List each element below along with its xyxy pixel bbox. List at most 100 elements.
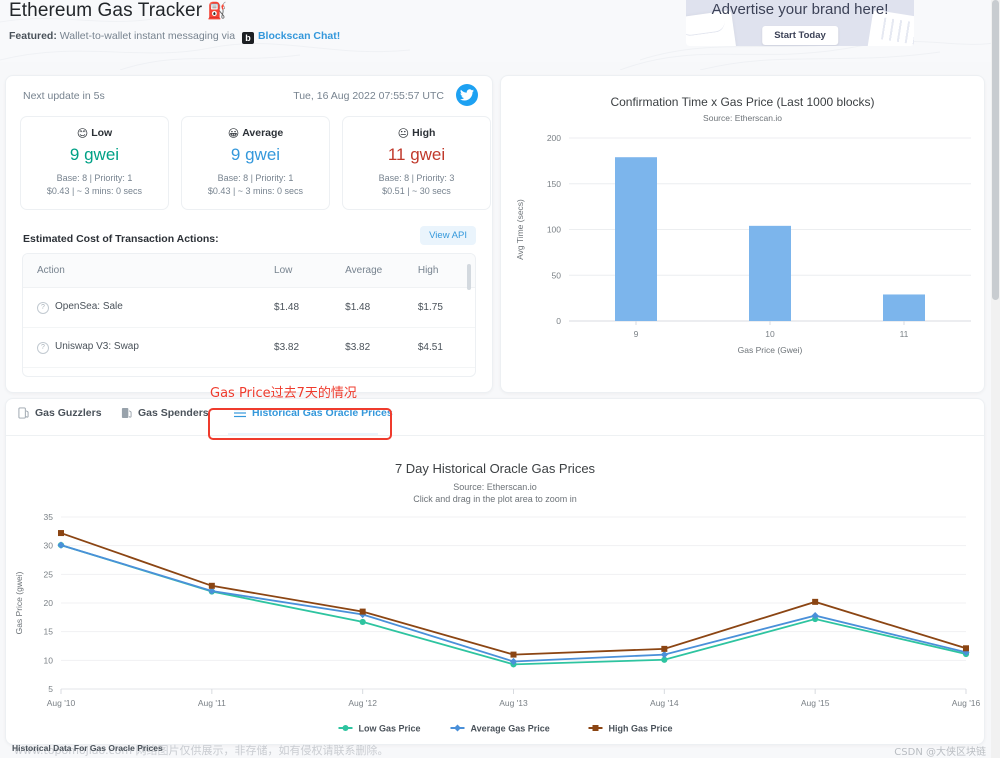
tab-label: Historical Gas Oracle Prices [252, 407, 393, 419]
tile-head-average: 😀 Average [182, 127, 329, 140]
cell-high: $1.32 [403, 367, 475, 376]
cell-high: $1.75 [403, 287, 475, 328]
svg-text:Avg Time (secs): Avg Time (secs) [515, 199, 525, 260]
cell-low: $1.12 [260, 367, 332, 376]
svg-text:5: 5 [48, 684, 53, 694]
gas-tile-average[interactable]: 😀 Average 9 gwei Base: 8 | Priority: 1 $0… [181, 116, 330, 210]
page-title: Ethereum Gas Tracker ⛽ [9, 0, 227, 22]
csdn-watermark: CSDN @大侠区块链 [894, 747, 986, 758]
annotation-text: Gas Price过去7天的情况 [210, 386, 357, 401]
svg-text:150: 150 [547, 179, 561, 189]
tab-label: Gas Spenders [138, 407, 209, 419]
tile-sub-high: Base: 8 | Priority: 3 $0.51 | ~ 30 secs [343, 172, 490, 198]
svg-text:Aug '11: Aug '11 [198, 698, 226, 708]
svg-text:100: 100 [547, 225, 561, 235]
tab-gas-spenders[interactable]: Gas Spenders [121, 407, 209, 419]
tile-head-low: 😊 Low [21, 127, 168, 140]
tab-gas-guzzlers[interactable]: Gas Guzzlers [18, 407, 102, 419]
footer-label: Historical Data For Gas Oracle Prices [12, 743, 163, 753]
featured-line: Featured: Wallet-to-wallet instant messa… [9, 30, 340, 44]
page-header: Ethereum Gas Tracker ⛽ Featured: Wallet-t… [0, 0, 1000, 70]
svg-text:10: 10 [44, 655, 54, 665]
tile-base-low: Base: 8 | Priority: 1 [56, 173, 133, 183]
svg-text:9: 9 [634, 329, 639, 339]
action-name: OpenSea: Sale [55, 301, 123, 312]
line-chart-hint: Click and drag in the plot area to zoom … [413, 494, 577, 504]
gas-spender-icon [121, 407, 132, 419]
svg-text:50: 50 [552, 270, 562, 280]
view-api-button[interactable]: View API [420, 226, 476, 245]
cell-low: $3.82 [260, 327, 332, 368]
tile-price-low: 9 gwei [69, 145, 120, 164]
gas-pump-icon [18, 407, 29, 419]
tile-cost-average: $0.43 | ~ 3 mins: 0 secs [207, 186, 304, 197]
col-header-high: High [403, 254, 475, 288]
svg-text:Aug '13: Aug '13 [499, 698, 528, 708]
page-scrollbar-thumb[interactable] [992, 0, 999, 300]
tab-label: Gas Guzzlers [35, 407, 102, 419]
svg-text:200: 200 [547, 133, 561, 143]
svg-text:10: 10 [765, 329, 775, 339]
transaction-cost-table: Action Low Average High ? OpenSea: Sale $… [23, 254, 475, 376]
next-update-label: Next update in 5s [23, 90, 105, 102]
cell-high: $4.51 [403, 327, 475, 368]
svg-text:11: 11 [900, 329, 909, 339]
tab-bar: Gas Guzzlers Gas Spenders Historical Gas… [6, 399, 984, 436]
tile-sub-low: Base: 8 | Priority: 1 $0.43 | ~ 3 mins: … [21, 172, 168, 198]
gas-price-panel: Next update in 5s Tue, 16 Aug 2022 07:55… [5, 75, 493, 393]
list-icon [234, 408, 246, 418]
page-scrollbar[interactable] [991, 0, 1000, 758]
gas-tile-high[interactable]: 😐 High 11 gwei Base: 8 | Priority: 3 $0.5… [342, 116, 491, 210]
gas-tracker-page: Ethereum Gas Tracker ⛽ Featured: Wallet-t… [0, 0, 1000, 758]
svg-text:Aug '15: Aug '15 [801, 698, 830, 708]
help-icon[interactable]: ? [37, 342, 49, 354]
table-row[interactable]: ? OpenSea: Sale $1.48 $1.48 $1.75 [23, 287, 475, 328]
table-row[interactable]: ? Uniswap V3: Swap $3.82 $3.82 $4.51 [23, 327, 475, 368]
cell-average: $3.82 [331, 327, 404, 368]
tile-price-high: 11 gwei [387, 145, 446, 164]
cell-action: ?USDT: Transfer [23, 367, 261, 376]
blockscan-icon: b [241, 32, 254, 44]
svg-text:Average Gas Price: Average Gas Price [471, 724, 550, 734]
advertise-banner[interactable]: Advertise your brand here! Start Today [686, 0, 914, 46]
twitter-icon[interactable] [456, 84, 478, 106]
line-chart-subtitle: Source: Etherscan.io [453, 482, 537, 492]
svg-text:Aug '16: Aug '16 [952, 698, 981, 708]
tile-cost-high: $0.51 | ~ 30 secs [382, 186, 451, 197]
table-row[interactable]: ?USDT: Transfer $1.12 $1.12 $1.32 [23, 367, 475, 376]
svg-text:High Gas Price: High Gas Price [609, 724, 673, 734]
blockscan-chat-link[interactable]: Blockscan Chat! [258, 30, 340, 42]
tile-cost-low: $0.43 | ~ 3 mins: 0 secs [46, 186, 143, 197]
estimated-cost-title: Estimated Cost of Transaction Actions: [23, 233, 219, 245]
help-icon[interactable]: ? [37, 302, 49, 314]
start-today-button[interactable]: Start Today [762, 26, 838, 45]
cell-average: $1.12 [331, 367, 404, 376]
svg-text:0: 0 [556, 316, 561, 326]
featured-label: Featured: [9, 30, 57, 42]
svg-text:Aug '14: Aug '14 [650, 698, 679, 708]
line-chart[interactable]: 5 10 15 20 25 30 35 Aug '10 Aug '11 Aug '12 Aug '1… [6, 507, 984, 742]
col-header-low: Low [260, 254, 332, 288]
svg-text:35: 35 [44, 512, 54, 522]
page-title-text: Ethereum Gas Tracker [9, 0, 203, 21]
gas-tile-low[interactable]: 😊 Low 9 gwei Base: 8 | Priority: 1 $0.43 … [20, 116, 169, 210]
table-scrollbar-thumb[interactable] [467, 264, 471, 290]
tile-label-low: Low [91, 127, 113, 139]
tile-price-average: 9 gwei [230, 145, 281, 164]
average-emoji-icon: 😀 [227, 128, 240, 140]
tab-historical-gas-oracle-prices[interactable]: Historical Gas Oracle Prices [234, 407, 393, 419]
bar-chart[interactable]: 0 50 100 150 200 9 10 11 Gas Price (Gwei) Avg Tim… [501, 126, 984, 386]
cell-low: $1.48 [260, 287, 332, 328]
col-header-average: Average [331, 254, 404, 288]
table-scrollbar[interactable] [467, 258, 473, 372]
svg-text:Gas Price (Gwei): Gas Price (Gwei) [738, 345, 803, 355]
page-footer: www.topomojiao.com 网络图片仅供展示，非存储，如有侵权请联系删… [0, 743, 1000, 758]
svg-text:15: 15 [44, 627, 54, 637]
tile-sub-average: Base: 8 | Priority: 1 $0.43 | ~ 3 mins: … [182, 172, 329, 198]
svg-text:Gas Price (gwei): Gas Price (gwei) [14, 571, 24, 634]
svg-text:25: 25 [44, 569, 54, 579]
confirmation-time-chart-card: Confirmation Time x Gas Price (Last 1000… [500, 75, 985, 393]
bar-chart-subtitle: Source: Etherscan.io [703, 113, 782, 123]
tile-base-average: Base: 8 | Priority: 1 [217, 173, 294, 183]
high-emoji-icon: 😐 [397, 128, 410, 140]
